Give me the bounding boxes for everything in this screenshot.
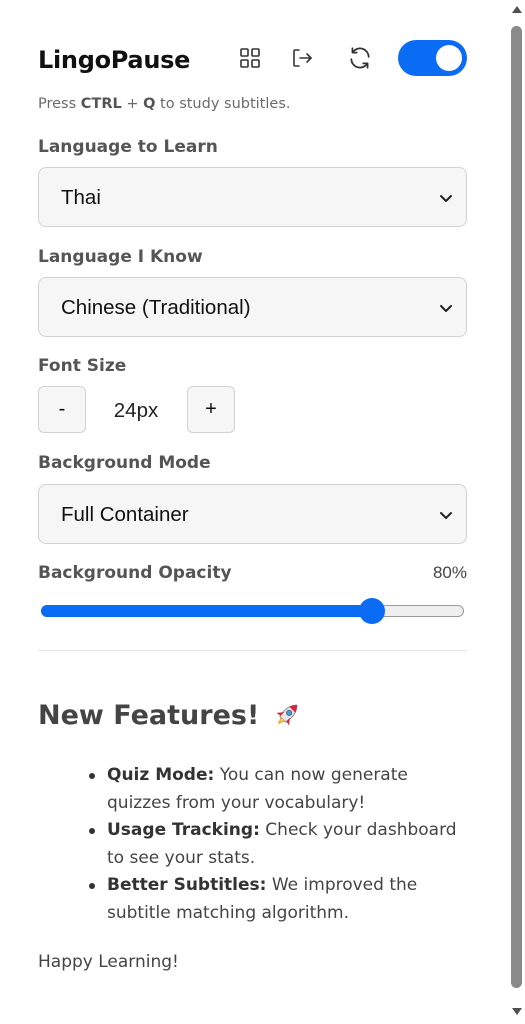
list-item: Usage Tracking: Check your dashboard to …: [38, 817, 467, 872]
feature-list: Quiz Mode: You can now generate quizzes …: [38, 762, 467, 927]
background-opacity-value: 80%: [432, 563, 467, 582]
chevron-down-icon: [438, 190, 454, 211]
shortcut-hint: Press CTRL + Q to study subtitles.: [38, 96, 291, 112]
logout-icon[interactable]: [288, 44, 316, 72]
list-item: Quiz Mode: You can now generate quizzes …: [38, 762, 467, 817]
footer-text: Happy Learning!: [38, 952, 179, 972]
extension-toggle[interactable]: [398, 40, 467, 76]
shortcut-key-q: Q: [143, 96, 156, 112]
rocket-icon: [276, 704, 298, 726]
learn-language-label: Language to Learn: [38, 137, 218, 157]
background-opacity-label: Background Opacity: [38, 563, 232, 583]
scroll-down-arrow-icon[interactable]: [512, 1008, 522, 1015]
chevron-down-icon: [438, 507, 454, 528]
scrollbar[interactable]: [508, 0, 525, 1024]
font-size-value: 24px: [113, 399, 159, 422]
scrollbar-thumb[interactable]: [511, 26, 522, 988]
learn-language-value: Thai: [61, 186, 101, 209]
new-features-title: New Features!: [38, 699, 260, 731]
slider-fill: [41, 605, 372, 617]
new-features-heading: New Features!: [38, 699, 303, 731]
divider: [38, 650, 467, 651]
known-language-label: Language I Know: [38, 247, 203, 267]
app-title: LingoPause: [38, 46, 191, 74]
scroll-up-arrow-icon[interactable]: [512, 6, 522, 13]
background-mode-select[interactable]: Full Container: [38, 484, 467, 544]
shortcut-key-ctrl: CTRL: [80, 96, 122, 112]
list-item: Better Subtitles: We improved the subtit…: [38, 872, 467, 927]
background-mode-value: Full Container: [61, 503, 189, 526]
header: LingoPause: [38, 40, 467, 80]
refresh-icon[interactable]: [346, 44, 374, 72]
background-mode-label: Background Mode: [38, 453, 211, 473]
known-language-select[interactable]: Chinese (Traditional): [38, 277, 467, 337]
known-language-value: Chinese (Traditional): [61, 296, 251, 319]
background-opacity-slider[interactable]: [41, 598, 464, 624]
chevron-down-icon: [438, 300, 454, 321]
font-size-increase-button[interactable]: +: [187, 386, 235, 433]
toggle-knob: [436, 45, 462, 71]
font-size-decrease-button[interactable]: -: [38, 386, 86, 433]
dashboard-grid-icon[interactable]: [236, 44, 264, 72]
learn-language-select[interactable]: Thai: [38, 167, 467, 227]
font-size-label: Font Size: [38, 356, 127, 376]
slider-thumb[interactable]: [358, 598, 385, 624]
